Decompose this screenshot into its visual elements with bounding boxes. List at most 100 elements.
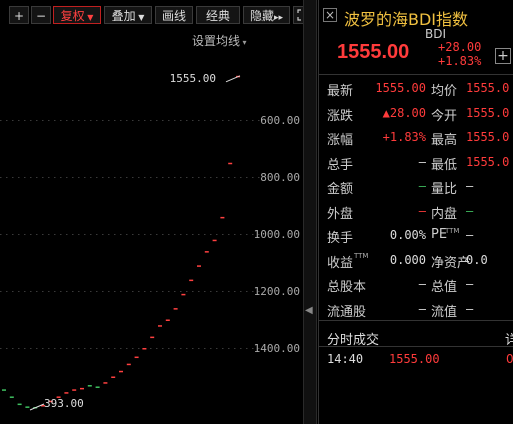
gridline — [36, 291, 38, 292]
overlay-button[interactable]: 叠加 ▼ — [104, 6, 152, 24]
divider — [319, 320, 513, 321]
gridline — [186, 234, 188, 235]
gridline — [18, 120, 20, 121]
price-point — [189, 279, 194, 282]
gridline — [132, 177, 134, 178]
price-point — [142, 348, 147, 350]
gridline — [156, 177, 158, 178]
gridline — [30, 177, 32, 178]
gridline — [36, 348, 38, 349]
gridline — [198, 234, 200, 235]
gridline — [84, 234, 86, 235]
low-price-label: 393.00 — [44, 397, 84, 410]
gridline — [84, 348, 86, 349]
gridline — [42, 291, 44, 292]
price-point — [173, 308, 178, 310]
gridline — [138, 348, 140, 349]
price-point — [25, 406, 30, 408]
gridline — [36, 120, 38, 121]
high-arrow-icon — [225, 75, 241, 83]
gridline — [48, 120, 50, 121]
gridline — [114, 234, 116, 235]
adjust-label: 复权 — [60, 9, 85, 23]
gridline — [252, 177, 254, 178]
gridline — [108, 291, 110, 292]
quote-label: 均价 — [431, 84, 458, 99]
current-price: 1555.00 — [337, 41, 410, 63]
gridline — [138, 120, 140, 121]
gridline — [12, 120, 14, 121]
gridline — [246, 120, 248, 121]
gridline — [24, 120, 26, 121]
gridline — [96, 120, 98, 121]
gridline — [96, 291, 98, 292]
quote-value: — — [466, 203, 474, 218]
quote-label: 量比 — [431, 182, 458, 197]
panel-splitter[interactable] — [303, 0, 317, 424]
draw-line-button[interactable]: 画线 — [155, 6, 193, 24]
gridline — [228, 177, 230, 178]
quote-value: — — [418, 277, 426, 291]
y-tick-label: 600.00 — [260, 114, 300, 127]
gridline — [120, 234, 122, 235]
gridline — [126, 234, 128, 235]
gridline — [180, 234, 182, 235]
ma-settings-button[interactable]: 设置均线 ▾ — [192, 32, 247, 49]
adjust-button[interactable]: 复权 ▼ — [53, 6, 101, 24]
add-icon[interactable]: + — [495, 48, 511, 64]
gridline — [36, 234, 38, 235]
gridline — [174, 291, 176, 292]
low-arrow-icon — [29, 403, 45, 411]
quote-label: 换手 — [327, 231, 354, 246]
hide-button[interactable]: 隐藏▸▸ — [243, 6, 290, 24]
price-change-percent: +1.83% — [438, 54, 482, 68]
gridline — [60, 120, 62, 121]
classic-button[interactable]: 经典 — [196, 6, 240, 24]
gridline — [126, 348, 128, 349]
quote-value: 1555.0 — [466, 130, 510, 144]
gridline — [90, 177, 92, 178]
gridline — [216, 177, 218, 178]
gridline — [144, 291, 146, 292]
gridline — [42, 234, 44, 235]
price-point — [103, 382, 108, 384]
gridline — [66, 348, 68, 349]
gridline — [108, 177, 110, 178]
tick-volume: 0 — [506, 352, 513, 366]
quote-label: 涨跌 — [327, 108, 354, 124]
gridline — [78, 177, 80, 178]
gridline — [198, 348, 200, 349]
gridline — [246, 348, 248, 349]
intraday-chart[interactable]: 1400.00 1200.00 1000.00 800.00 600.00 1555.00… — [0, 28, 303, 424]
gridline — [216, 348, 218, 349]
gridline — [162, 291, 164, 292]
gridline — [36, 177, 38, 178]
gridline — [186, 120, 188, 121]
gridline — [234, 291, 236, 292]
gridline — [72, 291, 74, 292]
quote-value: 0.00% — [389, 228, 426, 242]
quote-label: 总手 — [327, 157, 354, 173]
quote-label: 内盘 — [431, 206, 458, 222]
close-icon[interactable]: × — [323, 8, 337, 22]
collapse-arrow-icon[interactable]: ◀ — [305, 305, 313, 316]
gridline — [6, 234, 8, 235]
gridline — [0, 234, 2, 235]
zoom-in-button[interactable]: + — [9, 6, 29, 24]
gridline — [54, 234, 56, 235]
hide-label: 隐藏 — [249, 9, 274, 23]
gridline — [24, 291, 26, 292]
gridline — [132, 291, 134, 292]
gridline — [234, 177, 236, 178]
gridline — [210, 177, 212, 178]
quote-value: 0.000 — [389, 252, 426, 267]
zoom-out-button[interactable]: − — [31, 6, 51, 24]
gridline — [174, 234, 176, 235]
gridline — [6, 120, 8, 121]
price-change: +28.00 — [438, 40, 482, 54]
price-point — [165, 319, 170, 321]
double-arrow-icon: ▸▸ — [273, 13, 284, 23]
gridline — [162, 177, 164, 178]
gridline — [108, 120, 110, 121]
gridline — [120, 291, 122, 292]
